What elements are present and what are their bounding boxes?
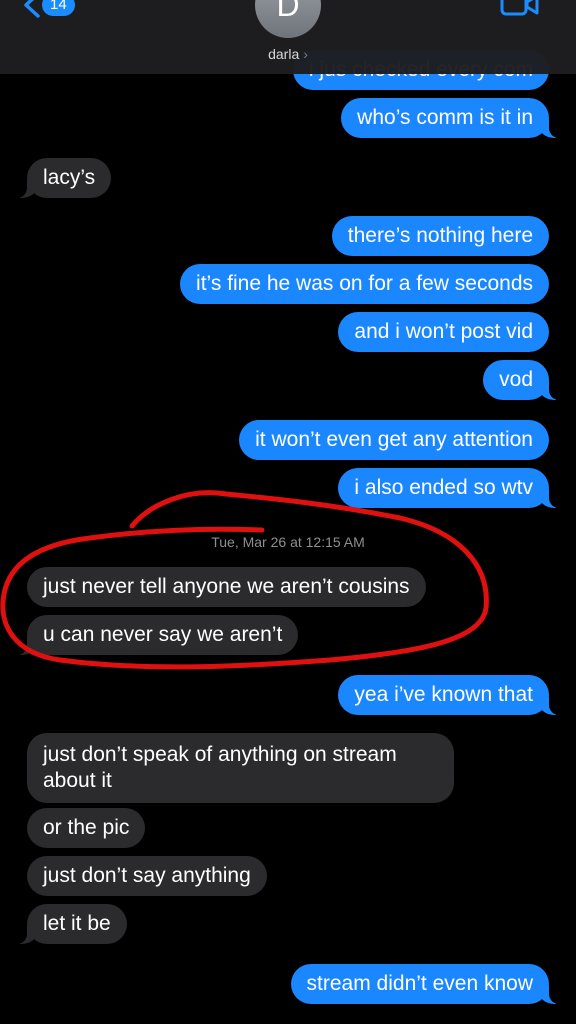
received-message[interactable]: just never tell anyone we aren’t cousins (27, 567, 426, 607)
contact-name-label[interactable]: darla › (0, 46, 576, 62)
video-camera-icon[interactable] (500, 0, 540, 18)
sent-message[interactable]: it won’t even get any attention (239, 420, 549, 460)
sent-message[interactable]: stream didn’t even know (290, 964, 564, 1004)
sent-message[interactable]: who’s comm is it in (341, 98, 563, 138)
contact-avatar[interactable]: D (255, 0, 321, 38)
conversation-header: 14 D darla › (0, 0, 576, 74)
message-timestamp: Tue, Mar 26 at 12:15 AM (211, 534, 365, 550)
sent-message[interactable]: there’s nothing here (331, 216, 549, 256)
sent-message[interactable]: it’s fine he was on for a few seconds (180, 264, 549, 304)
chevron-right-icon: › (303, 46, 308, 62)
sent-message[interactable]: vod (483, 360, 563, 400)
received-message[interactable]: or the pic (27, 808, 146, 848)
unread-count-badge[interactable]: 14 (42, 0, 75, 16)
received-message[interactable]: lacy’s (12, 158, 112, 198)
received-message[interactable]: u can never say we aren’t (12, 615, 299, 655)
sent-message[interactable]: i also ended so wtv (338, 468, 563, 508)
received-message[interactable]: just don’t speak of anything on stream a… (27, 733, 454, 803)
received-message[interactable]: just don’t say anything (27, 856, 267, 896)
chevron-left-icon[interactable] (22, 0, 42, 18)
received-message[interactable]: let it be (13, 904, 127, 944)
sent-message[interactable]: and i won’t post vid (338, 312, 549, 352)
contact-name[interactable]: darla (268, 46, 299, 62)
sent-message[interactable]: yea i’ve known that (338, 675, 563, 715)
